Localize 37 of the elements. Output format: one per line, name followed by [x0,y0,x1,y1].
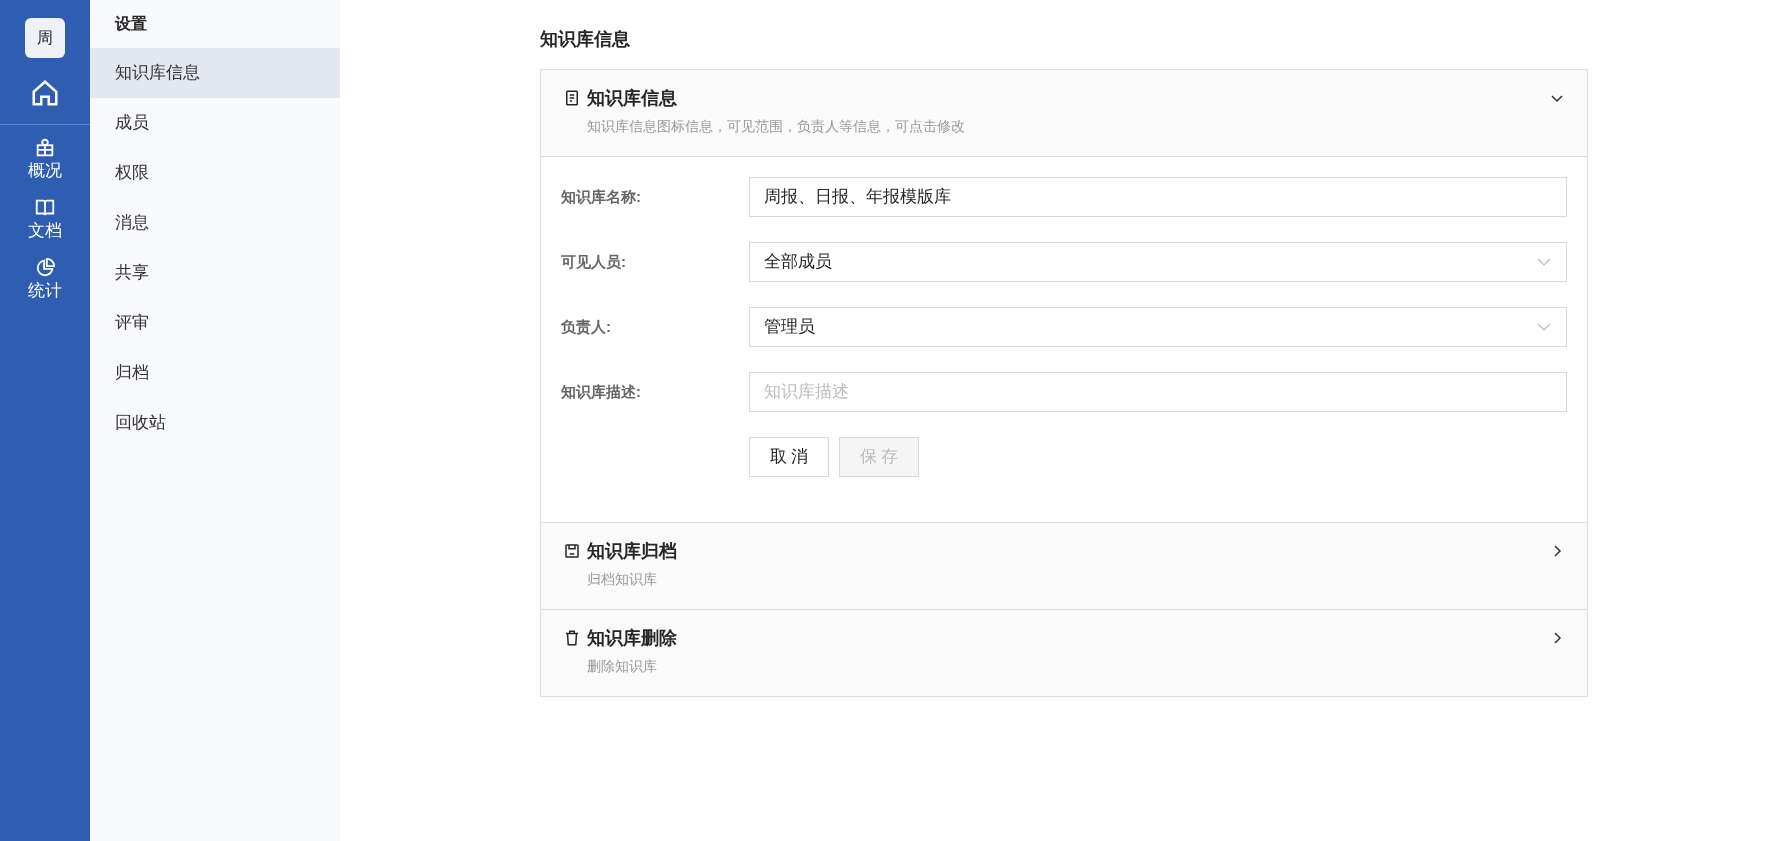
avatar[interactable]: 周 [25,18,65,58]
section-header[interactable]: 知识库信息 知识库信息图标信息，可见范围，负责人等信息，可点击修改 [541,70,1587,156]
form-button[interactable]: 取 消 [749,437,829,477]
sidebar-item[interactable]: 评审 [90,298,340,348]
select-field[interactable]: 全部成员 [749,242,1567,282]
section-title: 知识库归档 [587,540,678,563]
sidebar-item[interactable]: 回收站 [90,398,340,448]
gift-box-icon [34,137,56,159]
pie-chart-icon [34,257,56,279]
sidebar-item[interactable]: 归档 [90,348,340,398]
field-label: 知识库名称: [561,186,642,207]
rail-item[interactable]: 文档 [28,197,62,243]
rail-item[interactable]: 概况 [28,137,62,183]
section-title: 知识库信息 [587,87,678,110]
sidebar-title: 设置 [113,14,148,34]
sidebar-item[interactable]: 成员 [90,98,340,148]
rail-item[interactable]: 统计 [28,257,62,303]
save-icon [563,542,581,560]
section-header[interactable]: 知识库归档 归档知识库 [541,523,1587,609]
home-icon[interactable] [30,78,60,108]
select-field[interactable]: 管理员 [749,307,1567,347]
field-label: 负责人: [561,316,612,337]
section-title: 知识库删除 [587,627,678,650]
sidebar-item[interactable]: 权限 [90,148,340,198]
sidebar-item[interactable]: 共享 [90,248,340,298]
sidebar-item[interactable]: 知识库信息 [90,48,340,98]
trash-icon [563,629,581,647]
field-label: 可见人员: [561,251,627,272]
document-icon [563,89,581,107]
field-label: 知识库描述: [561,381,642,402]
section-header[interactable]: 知识库删除 删除知识库 [541,610,1587,696]
sidebar-item[interactable]: 消息 [90,198,340,248]
section-subtitle: 归档知识库 [587,570,658,589]
section-subtitle: 知识库信息图标信息，可见范围，负责人等信息，可点击修改 [587,117,966,136]
section-subtitle: 删除知识库 [587,657,658,676]
input-field[interactable]: 周报、日报、年报模版库 [749,177,1567,217]
page-title: 知识库信息 [540,28,631,51]
